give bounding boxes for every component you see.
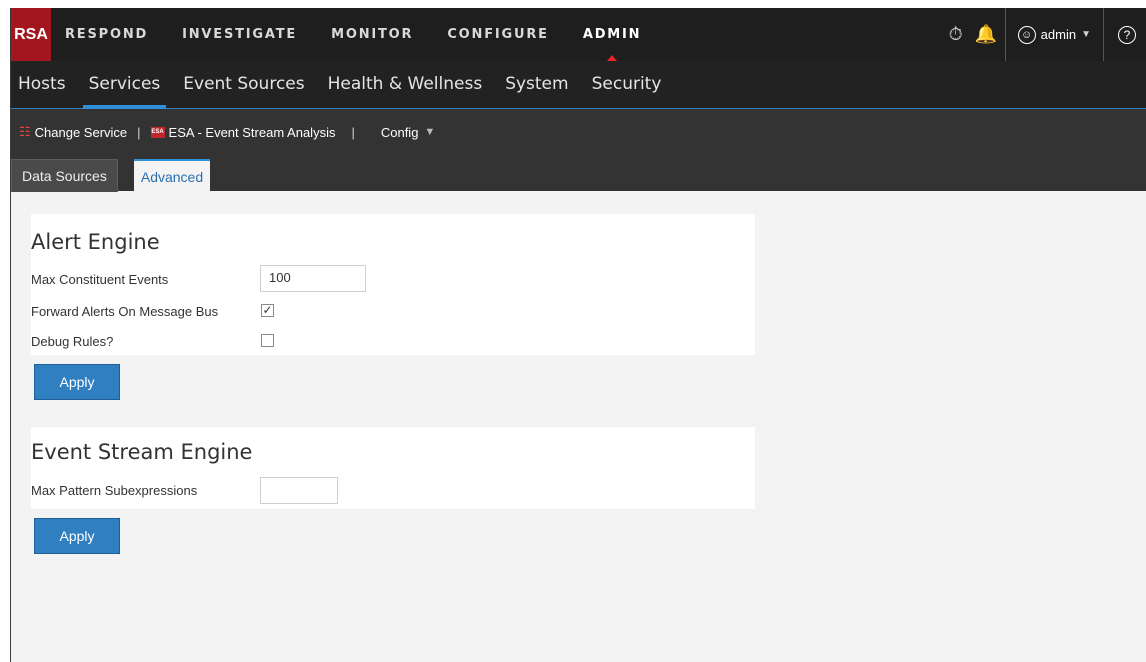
config-tabs: Data Sources Advanced (11, 155, 1146, 193)
max-constituent-label: Max Constituent Events (31, 272, 169, 287)
help-icon[interactable]: ? (1118, 25, 1136, 44)
tab-hosts[interactable]: Hosts (18, 61, 66, 108)
nav-admin[interactable]: ADMIN (583, 8, 642, 61)
rsa-logo: RSA (11, 8, 51, 61)
forward-alerts-label: Forward Alerts On Message Bus (31, 304, 219, 319)
app: RSA RESPOND INVESTIGATE MONITOR CONFIGUR… (0, 0, 1146, 662)
stopwatch-icon[interactable]: ⏱ (941, 24, 971, 45)
tab-services[interactable]: Services (82, 61, 166, 109)
right-nav: ⏱ 🔔 ☺ admin ▼ ? (941, 8, 1146, 61)
top-navigation: RSA RESPOND INVESTIGATE MONITOR CONFIGUR… (0, 0, 1146, 61)
change-service-button[interactable]: ☷ Change Service (11, 124, 127, 140)
admin-subnav: Hosts Services Event Sources Health & We… (11, 61, 1146, 109)
service-toolbar: ☷ Change Service | ESA ESA - Event Strea… (11, 109, 1146, 155)
max-constituent-events-input[interactable]: 100 (260, 265, 366, 292)
window-frame (0, 0, 11, 662)
debug-rules-label: Debug Rules? (31, 334, 114, 349)
max-pattern-subexpressions-input[interactable] (260, 477, 338, 504)
forward-alerts-checkbox[interactable]: ✓ (261, 304, 274, 317)
tab-data-sources[interactable]: Data Sources (11, 159, 118, 192)
main-nav: RESPOND INVESTIGATE MONITOR CONFIGURE AD… (65, 8, 675, 61)
view-dropdown[interactable]: Config ▼ (381, 125, 435, 140)
tab-event-sources[interactable]: Event Sources (183, 61, 304, 108)
alert-engine-title: Alert Engine (31, 230, 160, 254)
user-menu[interactable]: ☺ admin ▼ (1010, 25, 1099, 44)
esa-service-icon: ESA (150, 126, 165, 138)
nav-monitor[interactable]: MONITOR (331, 8, 413, 61)
bell-icon[interactable]: 🔔 (971, 24, 1001, 45)
change-service-label: Change Service (34, 124, 128, 140)
service-name: ESA ESA - Event Stream Analysis (150, 124, 336, 140)
nav-separator (1004, 8, 1006, 61)
debug-rules-checkbox[interactable] (261, 334, 274, 347)
service-name-label: ESA - Event Stream Analysis (168, 124, 336, 140)
alert-engine-panel: Alert Engine Max Constituent Events 100 … (31, 214, 755, 355)
tab-security[interactable]: Security (592, 61, 662, 108)
nav-configure[interactable]: CONFIGURE (447, 8, 549, 61)
hierarchy-icon: ☷ (19, 124, 31, 139)
user-icon: ☺ (1017, 25, 1036, 44)
max-pattern-label: Max Pattern Subexpressions (31, 483, 198, 498)
alert-engine-apply-button[interactable]: Apply (34, 364, 120, 400)
tab-advanced[interactable]: Advanced (134, 159, 210, 193)
tab-system[interactable]: System (505, 61, 568, 108)
event-stream-engine-panel: Event Stream Engine Max Pattern Subexpre… (31, 427, 755, 509)
view-label: Config (380, 124, 419, 140)
nav-respond[interactable]: RESPOND (65, 8, 148, 61)
toolbar-divider: | (351, 124, 355, 140)
tab-health-wellness[interactable]: Health & Wellness (328, 61, 483, 108)
username: admin (1040, 27, 1077, 42)
event-stream-engine-title: Event Stream Engine (31, 440, 253, 464)
chevron-down-icon: ▼ (424, 126, 436, 138)
chevron-down-icon: ▼ (1081, 29, 1091, 40)
toolbar-divider: | (137, 124, 141, 140)
nav-investigate[interactable]: INVESTIGATE (182, 8, 297, 61)
nav-separator (1103, 8, 1104, 61)
event-stream-apply-button[interactable]: Apply (34, 518, 120, 554)
